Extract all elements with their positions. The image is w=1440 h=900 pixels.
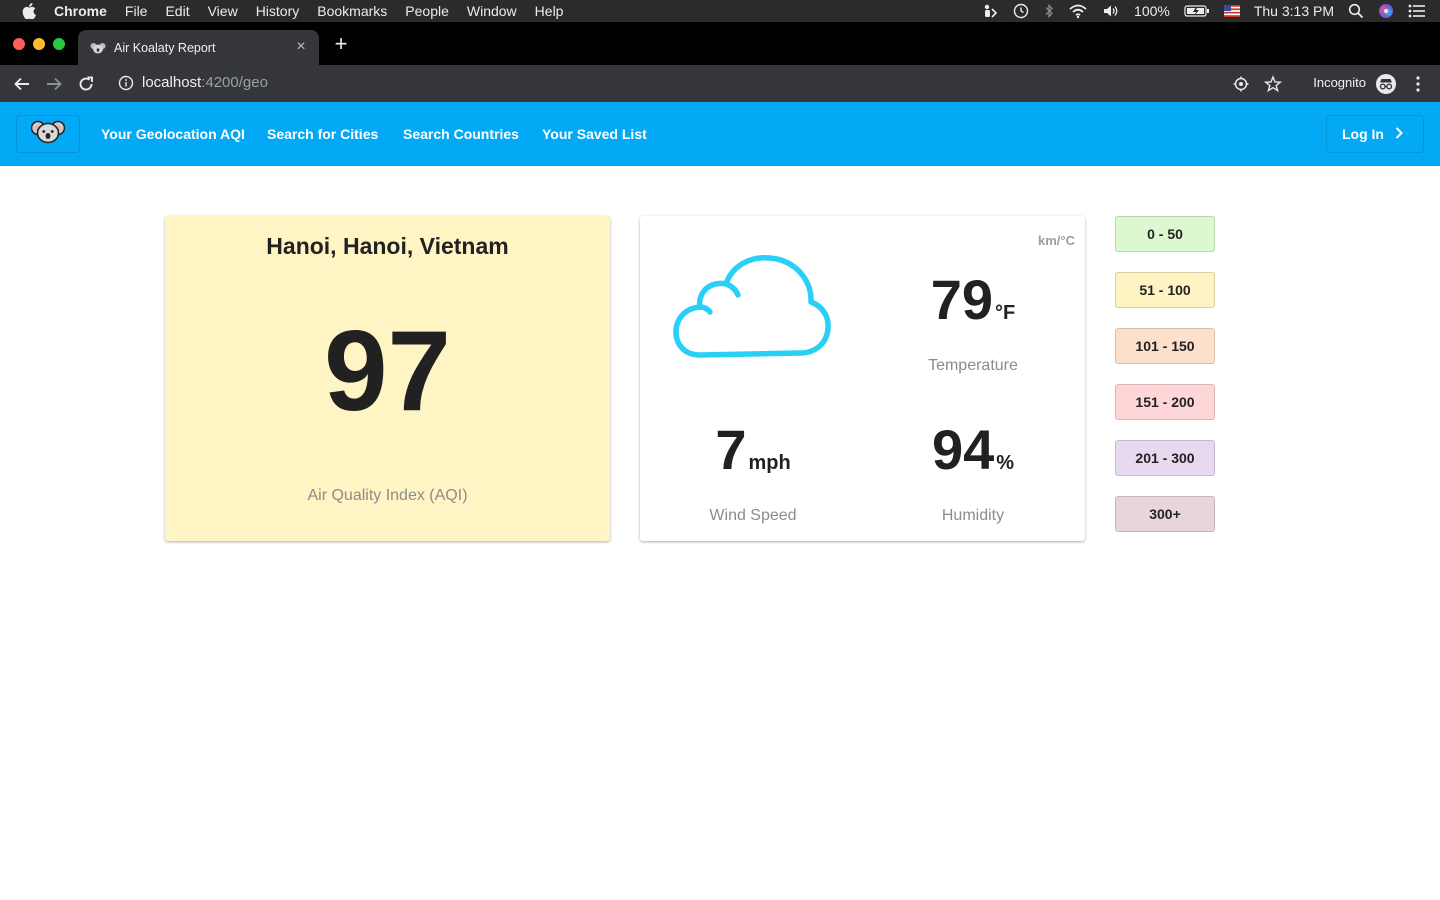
menu-view[interactable]: View bbox=[208, 0, 238, 22]
menu-bookmarks[interactable]: Bookmarks bbox=[317, 0, 387, 22]
menu-help[interactable]: Help bbox=[535, 0, 564, 22]
aqi-card: Hanoi, Hanoi, Vietnam 97 Air Quality Ind… bbox=[165, 216, 610, 541]
apple-icon[interactable] bbox=[18, 0, 40, 22]
new-tab-button[interactable]: + bbox=[330, 33, 352, 55]
window-minimize-button[interactable] bbox=[33, 38, 45, 50]
temperature-metric: 79 °F Temperature bbox=[868, 270, 1078, 375]
incognito-label: Incognito bbox=[1313, 75, 1366, 90]
macos-menu-bar: Chrome File Edit View History Bookmarks … bbox=[0, 0, 1440, 22]
url-host: localhost bbox=[142, 74, 202, 91]
koala-logo-icon bbox=[30, 119, 66, 150]
legend-very-unhealthy: 201 - 300 bbox=[1115, 440, 1215, 476]
chevron-right-icon bbox=[1394, 126, 1404, 143]
temperature-label: Temperature bbox=[928, 357, 1018, 374]
legend-good: 0 - 50 bbox=[1115, 216, 1215, 252]
login-label: Log In bbox=[1342, 126, 1384, 142]
temperature-value: 79 bbox=[930, 268, 994, 331]
koala-favicon-icon bbox=[90, 40, 106, 56]
bluetooth-icon[interactable] bbox=[1044, 3, 1054, 19]
browser-tab-active[interactable]: Air Koalaty Report × bbox=[78, 30, 319, 65]
battery-percent: 100% bbox=[1134, 3, 1170, 19]
menu-status-area: 100% Thu 3:13 PM bbox=[982, 0, 1426, 22]
menu-people[interactable]: People bbox=[405, 0, 449, 22]
battery-icon[interactable] bbox=[1184, 4, 1210, 18]
location-icon[interactable] bbox=[1230, 73, 1252, 95]
siri-icon[interactable] bbox=[1378, 3, 1394, 19]
wind-value: 7 bbox=[715, 418, 747, 481]
tab-close-icon[interactable]: × bbox=[293, 39, 309, 55]
volume-icon[interactable] bbox=[1102, 3, 1120, 19]
weather-card: km/°C 79 °F Temperature 7 mph Wind Speed 9… bbox=[640, 216, 1085, 541]
extension-status-icon[interactable] bbox=[982, 3, 998, 19]
tab-title: Air Koalaty Report bbox=[114, 40, 216, 55]
menu-history[interactable]: History bbox=[256, 0, 300, 22]
address-bar[interactable]: localhost:4200/geo bbox=[142, 74, 268, 91]
wind-unit: mph bbox=[748, 452, 791, 474]
nav-search-countries[interactable]: Search Countries bbox=[403, 126, 519, 142]
nav-search-cities[interactable]: Search for Cities bbox=[267, 126, 378, 142]
city-title: Hanoi, Hanoi, Vietnam bbox=[266, 233, 509, 259]
bookmark-star-icon[interactable] bbox=[1262, 73, 1284, 95]
humidity-value: 94 bbox=[931, 418, 995, 481]
humidity-label: Humidity bbox=[941, 507, 1005, 524]
brand-logo[interactable] bbox=[16, 115, 80, 153]
spotlight-search-icon[interactable] bbox=[1348, 3, 1364, 19]
menu-clock[interactable]: Thu 3:13 PM bbox=[1254, 3, 1334, 19]
menu-app-name[interactable]: Chrome bbox=[54, 0, 107, 22]
aqi-label: Air Quality Index (AQI) bbox=[307, 487, 468, 504]
browser-toolbar: localhost:4200/geo Incognito bbox=[0, 65, 1440, 102]
incognito-avatar-icon[interactable] bbox=[1375, 73, 1397, 95]
window-zoom-button[interactable] bbox=[53, 38, 65, 50]
reload-button[interactable] bbox=[75, 73, 97, 95]
app-navbar: Your Geolocation AQI Search for Cities S… bbox=[0, 102, 1440, 166]
window-close-button[interactable] bbox=[13, 38, 25, 50]
notification-center-icon[interactable] bbox=[1408, 4, 1426, 18]
cloud-icon bbox=[670, 252, 834, 362]
login-button[interactable]: Log In bbox=[1326, 115, 1424, 153]
legend-moderate: 51 - 100 bbox=[1115, 272, 1215, 308]
humidity-metric: 94% Humidity bbox=[868, 420, 1078, 525]
aqi-value: 97 bbox=[324, 308, 451, 435]
time-machine-icon[interactable] bbox=[1012, 3, 1030, 19]
menu-edit[interactable]: Edit bbox=[165, 0, 189, 22]
legend-unhealthy: 151 - 200 bbox=[1115, 384, 1215, 420]
wind-label: Wind Speed bbox=[709, 507, 797, 524]
forward-button[interactable] bbox=[43, 73, 65, 95]
humidity-unit: % bbox=[996, 452, 1015, 474]
site-info-icon[interactable] bbox=[118, 75, 134, 91]
nav-geolocation-aqi[interactable]: Your Geolocation AQI bbox=[101, 126, 245, 142]
temperature-unit: °F bbox=[995, 302, 1016, 324]
menu-window[interactable]: Window bbox=[467, 0, 517, 22]
browser-tab-strip: Air Koalaty Report × + bbox=[0, 22, 1440, 65]
menu-file[interactable]: File bbox=[125, 0, 148, 22]
units-toggle[interactable]: km/°C bbox=[1038, 233, 1075, 248]
wifi-icon[interactable] bbox=[1068, 3, 1088, 19]
url-path: :4200/geo bbox=[201, 74, 268, 91]
legend-unhealthy-sensitive: 101 - 150 bbox=[1115, 328, 1215, 364]
wind-metric: 7 mph Wind Speed bbox=[648, 420, 858, 525]
browser-menu-icon[interactable] bbox=[1407, 73, 1429, 95]
back-button[interactable] bbox=[11, 73, 33, 95]
us-flag-icon[interactable] bbox=[1223, 5, 1240, 17]
nav-saved-list[interactable]: Your Saved List bbox=[542, 126, 647, 142]
legend-hazardous: 300+ bbox=[1115, 496, 1215, 532]
